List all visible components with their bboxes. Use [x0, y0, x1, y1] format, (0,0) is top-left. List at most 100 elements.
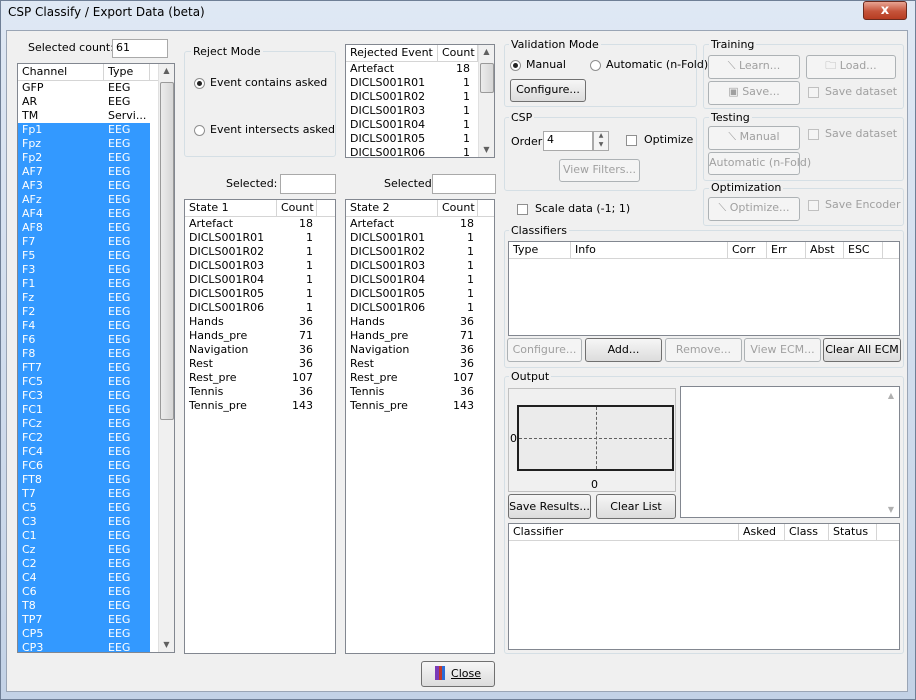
- channel-row[interactable]: Fp1 EEG: [18, 123, 150, 137]
- channel-row[interactable]: Cz EEG: [18, 543, 150, 557]
- state1-row[interactable]: DICLS001R06 1: [185, 301, 335, 315]
- classifier-configure-button[interactable]: Configure...: [507, 338, 582, 362]
- save-encoder-checkbox[interactable]: [808, 200, 819, 211]
- csp-optimize-checkbox[interactable]: [626, 135, 637, 146]
- col-classifier-esc[interactable]: ESC: [844, 242, 883, 258]
- clear-all-ecm-button[interactable]: Clear All ECM: [823, 338, 901, 362]
- channel-row[interactable]: Fp2 EEG: [18, 151, 150, 165]
- channel-row[interactable]: C2 EEG: [18, 557, 150, 571]
- channel-row[interactable]: F7 EEG: [18, 235, 150, 249]
- reject-contains-label[interactable]: Event contains asked: [210, 76, 327, 89]
- channel-row[interactable]: Fpz EEG: [18, 137, 150, 151]
- col-results-classifier[interactable]: Classifier: [509, 524, 739, 540]
- state1-row[interactable]: DICLS001R02 1: [185, 245, 335, 259]
- rejected-event-row[interactable]: DICLS001R06 1: [346, 146, 474, 157]
- col-type[interactable]: Type: [104, 64, 150, 80]
- rejected-event-row[interactable]: DICLS001R03 1: [346, 104, 474, 118]
- channel-row[interactable]: F4 EEG: [18, 319, 150, 333]
- scroll-up-arrow-icon[interactable]: ▲: [885, 391, 897, 400]
- rejected-scrollbar[interactable]: ▲ ▼: [478, 45, 494, 157]
- state2-row[interactable]: Hands_pre 71: [346, 329, 494, 343]
- spin-down-arrow-icon[interactable]: ▼: [594, 141, 608, 148]
- state2-row[interactable]: DICLS001R03 1: [346, 259, 494, 273]
- rejected-event-row[interactable]: DICLS001R01 1: [346, 76, 474, 90]
- validation-automatic-label[interactable]: Automatic (n-Fold): [606, 58, 708, 71]
- col-results-asked[interactable]: Asked: [739, 524, 785, 540]
- channel-row[interactable]: AR EEG: [18, 95, 150, 109]
- save-results-button[interactable]: Save Results...: [508, 494, 591, 519]
- state1-row[interactable]: DICLS001R01 1: [185, 231, 335, 245]
- title-bar[interactable]: CSP Classify / Export Data (beta) x: [0, 0, 914, 26]
- scroll-down-arrow-icon[interactable]: ▼: [159, 640, 174, 649]
- channel-row[interactable]: FT8 EEG: [18, 473, 150, 487]
- channel-row[interactable]: FC1 EEG: [18, 403, 150, 417]
- state1-row[interactable]: Hands_pre 71: [185, 329, 335, 343]
- state2-row[interactable]: DICLS001R02 1: [346, 245, 494, 259]
- state1-row[interactable]: Navigation 36: [185, 343, 335, 357]
- state1-row[interactable]: Tennis 36: [185, 385, 335, 399]
- classifier-remove-button[interactable]: Remove...: [665, 338, 742, 362]
- channel-scroll-thumb[interactable]: [160, 82, 174, 420]
- channel-row[interactable]: CP5 EEG: [18, 627, 150, 641]
- reject-contains-radio[interactable]: [194, 78, 205, 89]
- classifiers-list[interactable]: Type Info Corr Err Abst ESC: [508, 241, 900, 336]
- state2-row[interactable]: DICLS001R06 1: [346, 301, 494, 315]
- channel-row[interactable]: T8 EEG: [18, 599, 150, 613]
- csp-order-spinner[interactable]: ▲ ▼: [593, 131, 609, 151]
- state1-selected-input[interactable]: [280, 174, 336, 194]
- channel-row[interactable]: AF3 EEG: [18, 179, 150, 193]
- channel-row[interactable]: GFP EEG: [18, 81, 150, 95]
- state2-row[interactable]: Rest 36: [346, 357, 494, 371]
- state2-row[interactable]: Artefact 18: [346, 217, 494, 231]
- col-results-class[interactable]: Class: [785, 524, 829, 540]
- training-save-dataset-checkbox[interactable]: [808, 87, 819, 98]
- state2-row[interactable]: DICLS001R05 1: [346, 287, 494, 301]
- rejected-event-row[interactable]: DICLS001R02 1: [346, 90, 474, 104]
- csp-order-input[interactable]: 4: [543, 131, 593, 151]
- testing-save-dataset-checkbox[interactable]: [808, 129, 819, 140]
- close-button[interactable]: Close: [421, 661, 495, 687]
- channel-row[interactable]: TP7 EEG: [18, 613, 150, 627]
- state1-row[interactable]: Artefact 18: [185, 217, 335, 231]
- view-ecm-button[interactable]: View ECM...: [744, 338, 821, 362]
- state1-row[interactable]: Hands 36: [185, 315, 335, 329]
- save-button[interactable]: ▣ Save...: [708, 81, 800, 105]
- testing-manual-button[interactable]: ⟍ Manual: [708, 126, 800, 150]
- load-button[interactable]: 🗀 Load...: [806, 55, 896, 79]
- clear-list-button[interactable]: Clear List: [596, 494, 676, 519]
- col-rejected-event[interactable]: Rejected Event: [346, 45, 438, 61]
- state1-row[interactable]: DICLS001R05 1: [185, 287, 335, 301]
- channel-row[interactable]: FC4 EEG: [18, 445, 150, 459]
- rejected-event-list[interactable]: Rejected Event Count Artefact 18 DICLS001R…: [345, 44, 495, 158]
- rejected-event-row[interactable]: DICLS001R04 1: [346, 118, 474, 132]
- csp-optimize-label[interactable]: Optimize: [644, 133, 693, 146]
- channel-row[interactable]: AFz EEG: [18, 193, 150, 207]
- testing-automatic-button[interactable]: Automatic (n-Fold): [708, 152, 811, 175]
- channel-row[interactable]: FC3 EEG: [18, 389, 150, 403]
- channel-scrollbar[interactable]: ▲ ▼: [158, 64, 174, 652]
- channel-row[interactable]: C5 EEG: [18, 501, 150, 515]
- scroll-down-arrow-icon[interactable]: ▼: [885, 505, 897, 514]
- state2-row[interactable]: DICLS001R01 1: [346, 231, 494, 245]
- window-close-button[interactable]: x: [863, 1, 907, 20]
- channel-row[interactable]: T7 EEG: [18, 487, 150, 501]
- state2-selected-input[interactable]: [432, 174, 496, 194]
- channel-row[interactable]: CP3 EEG: [18, 641, 150, 652]
- channel-row[interactable]: F3 EEG: [18, 263, 150, 277]
- validation-configure-button[interactable]: Configure...: [510, 79, 586, 102]
- reject-intersects-radio[interactable]: [194, 125, 205, 136]
- learn-button[interactable]: ⟍ Learn...: [708, 55, 800, 79]
- rejected-scroll-thumb[interactable]: [480, 63, 494, 93]
- results-list[interactable]: Classifier Asked Class Status: [508, 523, 900, 650]
- channel-row[interactable]: F8 EEG: [18, 347, 150, 361]
- scroll-up-arrow-icon[interactable]: ▲: [479, 47, 494, 56]
- state1-row[interactable]: Tennis_pre 143: [185, 399, 335, 413]
- channel-row[interactable]: F2 EEG: [18, 305, 150, 319]
- output-text-area[interactable]: ▲ ▼: [680, 386, 900, 518]
- channel-row[interactable]: C4 EEG: [18, 571, 150, 585]
- view-filters-button[interactable]: View Filters...: [559, 159, 640, 182]
- validation-manual-radio[interactable]: [510, 60, 521, 71]
- channel-list[interactable]: Channel Type GFP EEG AR EEG TM Servi... Fp1 EEG…: [17, 63, 175, 653]
- channel-row[interactable]: AF7 EEG: [18, 165, 150, 179]
- state1-list[interactable]: State 1 Count Artefact 18 DICLS001R01 1 DICL…: [184, 199, 336, 654]
